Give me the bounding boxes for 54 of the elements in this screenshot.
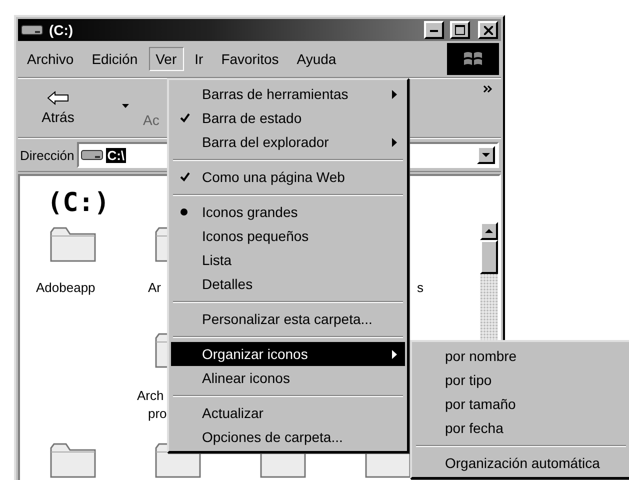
menu-item[interactable]: por tipo: [414, 368, 628, 392]
menu-item[interactable]: Organización automática: [414, 451, 628, 475]
menu-title[interactable]: Favoritos: [214, 47, 286, 71]
up-arrow-icon: [485, 229, 493, 233]
dropdown-caret-icon[interactable]: [122, 104, 129, 108]
menu-title[interactable]: Archivo: [20, 47, 81, 71]
menu-item[interactable]: Opciones de carpeta...: [171, 425, 405, 449]
menu-item[interactable]: por fecha: [414, 416, 628, 440]
menu-item[interactable]: Iconos grandes: [171, 200, 405, 224]
menu-item[interactable]: Barras de herramientas: [171, 82, 405, 106]
menu-item[interactable]: Como una página Web: [171, 165, 405, 189]
file-label: s: [417, 280, 424, 295]
menu-item[interactable]: Barra de estado: [171, 106, 405, 130]
menu-title[interactable]: Ayuda: [290, 47, 344, 71]
menu-item[interactable]: Detalles: [171, 272, 405, 296]
close-button[interactable]: [478, 21, 498, 39]
submenu-arrow-icon: [392, 138, 397, 146]
drive-icon: [81, 150, 104, 160]
window-title: (C:): [49, 22, 74, 38]
menu-item[interactable]: Organizar iconos: [171, 342, 405, 366]
drive-icon: [21, 25, 43, 35]
dropdown-button[interactable]: [477, 146, 495, 164]
menu-item[interactable]: por nombre: [414, 344, 628, 368]
submenu-arrow-icon: [392, 90, 397, 98]
drive-heading: (C:): [47, 188, 110, 218]
menu-title[interactable]: Ver: [148, 47, 184, 71]
menu-item[interactable]: por tamaño: [414, 392, 628, 416]
chevron-icon[interactable]: [483, 85, 493, 93]
file-label: Ar: [148, 280, 161, 295]
menu-item[interactable]: Iconos pequeños: [171, 224, 405, 248]
scroll-thumb[interactable]: [480, 240, 498, 274]
address-label: Dirección: [20, 148, 74, 162]
file-label: Adobeapp: [36, 280, 96, 295]
maximize-button[interactable]: [450, 21, 470, 39]
menu-title[interactable]: Edición: [84, 47, 145, 71]
caret-icon: [482, 153, 490, 157]
submenu-arrow-icon: [392, 350, 397, 358]
scrollbar[interactable]: [480, 222, 498, 340]
minimize-icon: [430, 28, 438, 32]
close-icon: [484, 26, 492, 34]
file-label: pro: [148, 406, 167, 421]
maximize-icon: [455, 25, 465, 35]
flag-icon: [463, 50, 483, 68]
scroll-up-button[interactable]: [480, 222, 498, 240]
file-label: Arch: [137, 388, 164, 403]
minimize-button[interactable]: [424, 21, 444, 39]
back-arrow-icon: [47, 91, 69, 105]
menu-title[interactable]: Ir: [188, 47, 210, 71]
menu-item[interactable]: Actualizar: [171, 401, 405, 425]
menu-item[interactable]: Lista: [171, 248, 405, 272]
menu-item[interactable]: Alinear iconos: [171, 366, 405, 390]
menu-item[interactable]: Personalizar esta carpeta...: [171, 307, 405, 331]
menu-item[interactable]: Barra del explorador: [171, 130, 405, 154]
back-button[interactable]: Atrás: [32, 91, 84, 125]
